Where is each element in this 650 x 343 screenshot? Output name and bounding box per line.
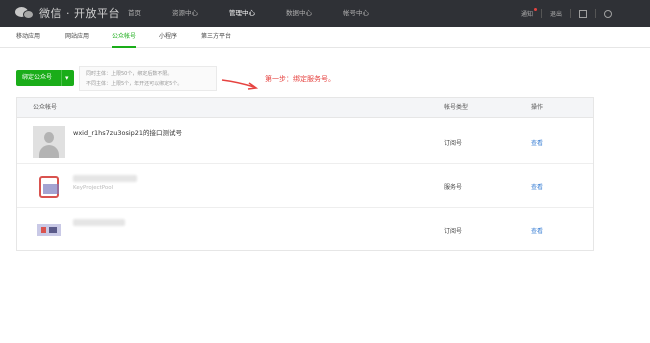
bind-button-label: 绑定公众号 <box>22 74 53 81</box>
notice-different-entity: 不同主体：上限5个，年开还可以绑定5个。 <box>86 81 183 87</box>
step-annotation: 第一步：绑定服务号。 <box>265 75 335 83</box>
table-row: wxid_r1hs7zu3osip21的接口测试号 订阅号 查看 <box>17 119 593 164</box>
nav-home[interactable]: 首页 <box>128 0 141 27</box>
tab-mini-programs[interactable]: 小程序 <box>159 27 177 48</box>
arrow-icon <box>221 79 259 90</box>
sub-nav: 移动应用 网站应用 公众帐号 小程序 第三方平台 <box>0 27 650 48</box>
view-link[interactable]: 查看 <box>531 226 543 235</box>
main-nav: 首页 资源中心 管理中心 数据中心 帐号中心 <box>128 0 400 27</box>
divider <box>595 9 597 18</box>
nav-management-center[interactable]: 管理中心 <box>229 0 255 27</box>
account-type: 服务号 <box>444 184 463 191</box>
top-bar: 微信 · 开放平台 首页 资源中心 管理中心 数据中心 帐号中心 通知 退出 <box>0 0 650 27</box>
notifications-link[interactable]: 通知 <box>521 8 538 18</box>
view-link[interactable]: 查看 <box>531 138 543 147</box>
table-row: KeyProjectPool 服务号 查看 <box>17 164 593 208</box>
view-link[interactable]: 查看 <box>531 182 543 191</box>
brand-logo[interactable]: 微信 · 开放平台 <box>15 5 120 21</box>
default-avatar-icon <box>33 126 65 158</box>
brand-title: 微信 · 开放平台 <box>39 7 120 20</box>
top-right-actions: 通知 退出 <box>521 0 613 27</box>
qrcode-icon[interactable] <box>579 9 588 18</box>
notifications-label: 通知 <box>521 11 534 18</box>
account-type: 订阅号 <box>444 228 463 235</box>
tab-mobile-apps[interactable]: 移动应用 <box>16 27 40 48</box>
account-type: 订阅号 <box>444 140 463 147</box>
notice-same-entity: 同时主体：上限50个，绑定后数不限。 <box>86 71 173 77</box>
button-divider <box>61 70 62 86</box>
header-action: 操作 <box>531 104 544 111</box>
tab-official-accounts[interactable]: 公众帐号 <box>112 27 137 48</box>
divider <box>541 9 543 18</box>
notification-dot <box>534 8 538 11</box>
account-name: wxid_r1hs7zu3osip21的接口测试号 <box>73 129 183 137</box>
nav-account-center[interactable]: 帐号中心 <box>343 0 369 27</box>
header-type: 帐号类型 <box>444 104 469 111</box>
redacted-name <box>73 175 137 182</box>
table-row: 订阅号 查看 <box>17 208 593 251</box>
nav-data-center[interactable]: 数据中心 <box>286 0 312 27</box>
nav-resource-center[interactable]: 资源中心 <box>172 0 198 27</box>
settings-icon[interactable] <box>604 9 613 18</box>
bind-official-account-button[interactable]: 绑定公众号 ▾ <box>16 70 74 86</box>
accounts-table: 公众帐号 帐号类型 操作 wxid_r1hs7zu3osip21的接口测试号 订… <box>16 97 594 251</box>
table-header: 公众帐号 帐号类型 操作 <box>17 98 593 118</box>
tab-web-apps[interactable]: 网站应用 <box>65 27 89 48</box>
logout-link[interactable]: 退出 <box>550 9 562 18</box>
binding-limit-notice: 同时主体：上限50个，绑定后数不限。 不同主体：上限5个，年开还可以绑定5个。 <box>79 66 217 91</box>
account-avatar <box>33 214 65 246</box>
account-id: KeyProjectPool <box>73 185 114 191</box>
account-avatar <box>33 170 65 202</box>
redacted-name <box>73 219 125 226</box>
header-account: 公众帐号 <box>33 104 58 111</box>
divider <box>570 9 572 18</box>
chevron-down-icon[interactable]: ▾ <box>65 70 69 86</box>
tab-third-party-platform[interactable]: 第三方平台 <box>201 27 231 48</box>
wechat-icon <box>15 6 35 20</box>
